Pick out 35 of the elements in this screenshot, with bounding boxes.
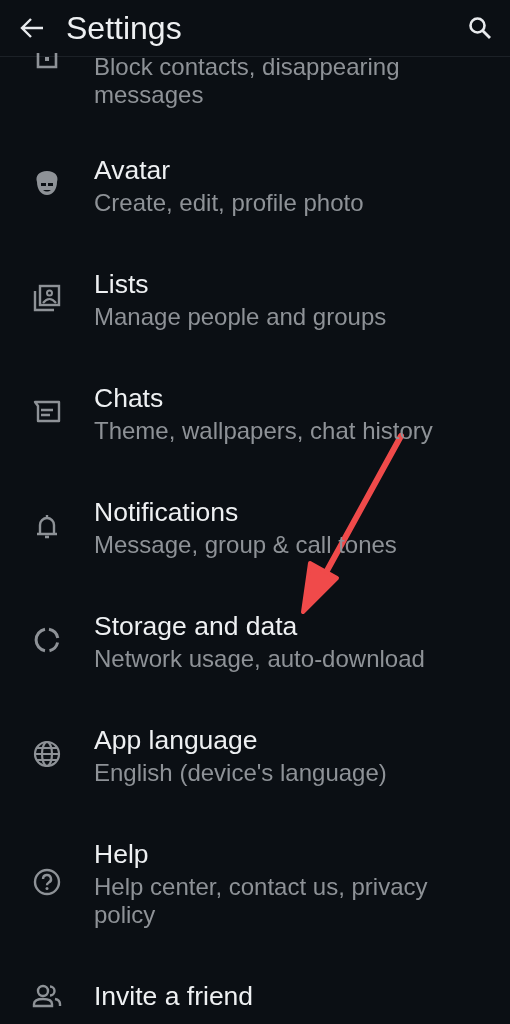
settings-item[interactable]: Storage and data Network usage, auto-download xyxy=(0,587,510,701)
settings-item[interactable]: App language English (device's language) xyxy=(0,701,510,815)
item-title: Notifications xyxy=(94,496,240,529)
globe-icon xyxy=(33,740,61,768)
people-icon xyxy=(32,984,62,1008)
settings-item[interactable]: Avatar Create, edit, profile photo xyxy=(0,131,510,245)
item-subtitle: Block contacts, disappearing messages xyxy=(94,53,401,109)
item-title: Storage and data xyxy=(94,610,299,643)
photo-stack-icon xyxy=(33,284,61,312)
settings-item[interactable]: Block contacts, disappearing messages xyxy=(0,53,510,131)
avatar-icon xyxy=(34,170,60,198)
ring-icon xyxy=(33,626,61,654)
help-icon xyxy=(33,868,61,896)
item-title: Help xyxy=(94,838,150,871)
lock-icon xyxy=(35,53,59,70)
back-icon[interactable] xyxy=(20,17,44,39)
item-subtitle: Help center, contact us, privacy policy xyxy=(94,873,429,929)
screen-title: Settings xyxy=(66,9,182,48)
item-title: Invite a friend xyxy=(94,980,255,1013)
settings-item[interactable]: Help Help center, contact us, privacy policy xyxy=(0,815,510,957)
bell-icon xyxy=(35,512,59,540)
item-subtitle: Create, edit, profile photo xyxy=(94,189,365,217)
item-subtitle: Network usage, auto-download xyxy=(94,645,426,673)
settings-item[interactable]: Invite a friend xyxy=(0,957,510,1024)
item-subtitle: Theme, wallpapers, chat history xyxy=(94,417,434,445)
item-subtitle: English (device's language) xyxy=(94,759,388,787)
item-title: Lists xyxy=(94,268,150,301)
item-title: Chats xyxy=(94,382,165,415)
settings-item[interactable]: Chats Theme, wallpapers, chat history xyxy=(0,359,510,473)
search-icon[interactable] xyxy=(468,16,492,40)
item-subtitle: Manage people and groups xyxy=(94,303,388,331)
item-title: App language xyxy=(94,724,259,757)
settings-item[interactable]: Lists Manage people and groups xyxy=(0,245,510,359)
message-icon xyxy=(33,400,61,424)
item-title: Avatar xyxy=(94,154,172,187)
